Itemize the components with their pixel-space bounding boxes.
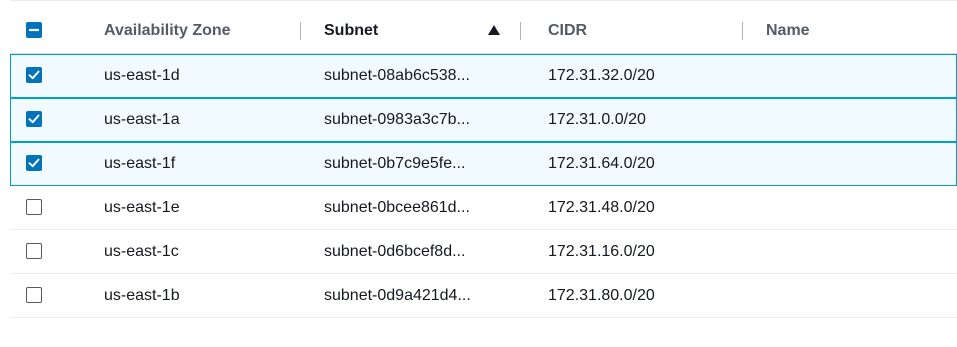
column-header-name[interactable]: Name [766,8,810,53]
table-row[interactable]: us-east-1d subnet-08ab6c538... 172.31.32.0… [10,54,957,98]
column-header-cidr[interactable]: CIDR [548,8,587,53]
row-select-checkbox[interactable] [26,67,44,85]
column-resize-handle[interactable] [520,22,521,40]
column-header-availability-zone[interactable]: Availability Zone [104,8,231,53]
cell-availability-zone: us-east-1d [104,67,180,84]
sort-ascending-icon[interactable] [488,25,500,35]
cell-availability-zone: us-east-1b [104,287,180,304]
subnets-table: Availability Zone Subnet CIDR Name us-ea… [0,0,957,347]
cell-cidr: 172.31.64.0/20 [548,155,655,172]
cell-cidr: 172.31.0.0/20 [548,111,646,128]
cell-cidr: 172.31.16.0/20 [548,243,655,260]
column-resize-handle[interactable] [742,22,743,40]
cell-subnet: subnet-08ab6c538... [324,67,470,84]
table-header: Availability Zone Subnet CIDR Name [10,8,957,54]
table-top-divider [10,0,957,1]
row-select-checkbox[interactable] [26,111,44,129]
cell-cidr: 172.31.32.0/20 [548,67,655,84]
cell-availability-zone: us-east-1e [104,199,180,216]
cell-subnet: subnet-0d6bcef8d... [324,243,466,260]
cell-subnet: subnet-0d9a421d4... [324,287,471,304]
table-row[interactable]: us-east-1f subnet-0b7c9e5fe... 172.31.64.0… [10,142,957,186]
cell-subnet: subnet-0b7c9e5fe... [324,155,466,172]
column-header-subnet[interactable]: Subnet [324,8,378,53]
table-row[interactable]: us-east-1e subnet-0bcee861d... 172.31.48.0… [10,186,957,230]
table-row[interactable]: us-east-1a subnet-0983a3c7b... 172.31.0.0/… [10,98,957,142]
checkbox-checked-icon [26,111,42,127]
checkbox-unchecked-icon [26,243,42,259]
checkbox-unchecked-icon [26,199,42,215]
checkbox-checked-icon [26,155,42,171]
row-select-checkbox[interactable] [26,243,44,261]
checkbox-checked-icon [26,67,42,83]
cell-cidr: 172.31.80.0/20 [548,287,655,304]
cell-subnet: subnet-0983a3c7b... [324,111,470,128]
table-row[interactable]: us-east-1b subnet-0d9a421d4... 172.31.80.0… [10,274,957,318]
row-select-checkbox[interactable] [26,155,44,173]
cell-availability-zone: us-east-1f [104,155,176,172]
cell-availability-zone: us-east-1c [104,243,179,260]
row-select-checkbox[interactable] [26,199,44,217]
checkbox-unchecked-icon [26,287,42,303]
column-resize-handle[interactable] [300,22,301,40]
select-all-checkbox[interactable] [26,22,44,40]
cell-cidr: 172.31.48.0/20 [548,199,655,216]
cell-availability-zone: us-east-1a [104,111,180,128]
table-row[interactable]: us-east-1c subnet-0d6bcef8d... 172.31.16.0… [10,230,957,274]
checkbox-indeterminate-icon [26,22,42,38]
cell-subnet: subnet-0bcee861d... [324,199,470,216]
row-select-checkbox[interactable] [26,287,44,305]
